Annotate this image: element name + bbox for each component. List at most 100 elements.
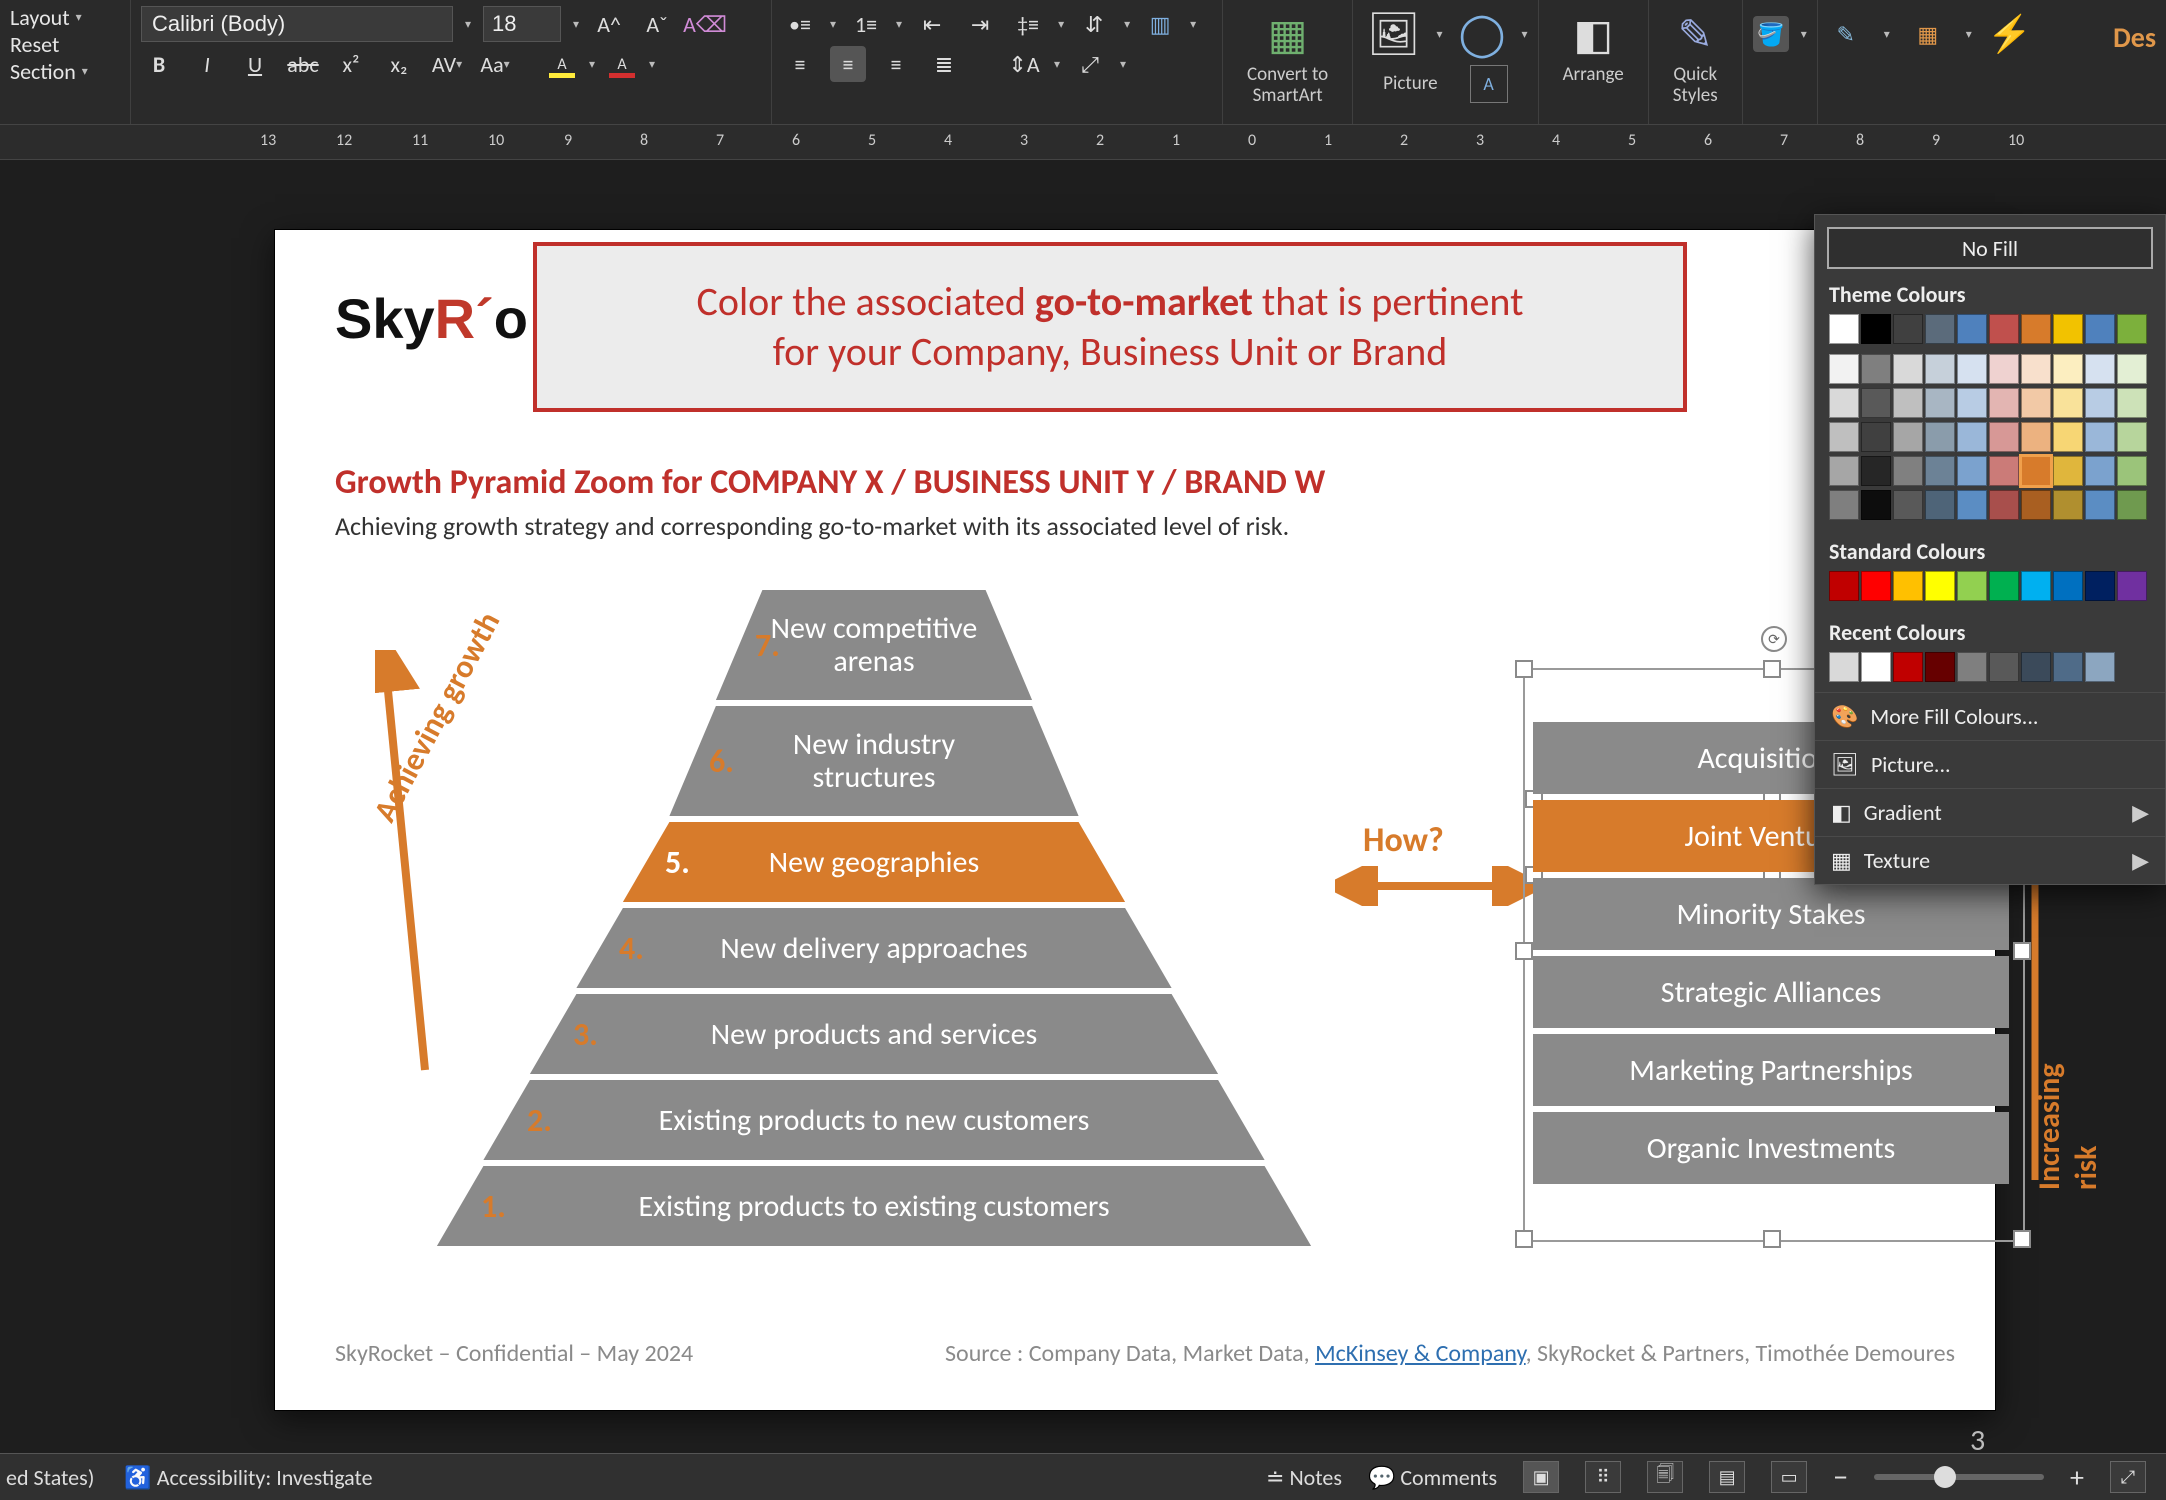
colour-swatch[interactable] [2021,422,2051,452]
shape-fill-button[interactable]: 🪣 [1753,16,1789,52]
colour-swatch[interactable] [1925,652,1955,682]
section-menu[interactable]: Section▾ [10,58,120,85]
colour-swatch[interactable] [1829,490,1859,520]
instruction-callout[interactable]: Color the associated go-to-market that i… [533,242,1687,412]
align-right-button[interactable]: ≡ [878,46,914,82]
bold-button[interactable]: B [141,46,177,82]
colour-swatch[interactable] [1861,422,1891,452]
justify-button[interactable]: ≣ [926,46,962,82]
colour-swatch[interactable] [2053,422,2083,452]
colour-swatch[interactable] [2053,652,2083,682]
colour-swatch[interactable] [1893,490,1923,520]
colour-swatch[interactable] [1989,652,2019,682]
pyramid-row-5[interactable]: 5.New geographies [409,822,1339,902]
textbox-button[interactable]: A [1470,65,1508,103]
zoom-out-button[interactable]: − [1833,1459,1848,1496]
clear-format-icon[interactable]: A⌫ [687,6,723,42]
shape-outline-button[interactable]: ✎ [1828,16,1864,52]
colour-swatch[interactable] [1925,422,1955,452]
colour-swatch[interactable] [1829,314,1859,344]
no-fill-button[interactable]: No Fill [1827,227,2153,269]
colour-swatch[interactable] [1989,571,2019,601]
colour-swatch[interactable] [1925,490,1955,520]
selection-handle[interactable] [1763,660,1781,678]
colour-swatch[interactable] [1989,490,2019,520]
colour-swatch[interactable] [1861,456,1891,486]
highlight-button[interactable]: A [547,55,577,74]
colour-swatch[interactable] [1829,388,1859,418]
align-center-button[interactable]: ≡ [830,46,866,82]
bullets-button[interactable]: •≡ [782,6,818,42]
colour-swatch[interactable] [2021,388,2051,418]
colour-swatch[interactable] [1989,354,2019,384]
selection-handle[interactable] [1515,942,1533,960]
colour-swatch[interactable] [1989,314,2019,344]
colour-swatch[interactable] [2085,422,2115,452]
char-spacing-button[interactable]: AV▾ [429,46,465,82]
rotate-handle[interactable]: ⟳ [1761,626,1787,652]
colour-swatch[interactable] [1861,571,1891,601]
shapes-button[interactable]: ◯ [1455,9,1510,60]
colour-swatch[interactable] [2021,652,2051,682]
reading-view-button[interactable]: 🗐 [1647,1461,1683,1493]
colour-swatch[interactable] [2021,314,2051,344]
colour-swatch[interactable] [2117,314,2147,344]
colour-swatch[interactable] [1861,354,1891,384]
layout-menu[interactable]: Layout▾ [10,4,120,31]
colour-swatch[interactable] [1925,456,1955,486]
selection-handle[interactable] [1763,1230,1781,1248]
colour-swatch[interactable] [1957,652,1987,682]
colour-swatch[interactable] [1925,354,1955,384]
colour-swatch[interactable] [1925,314,1955,344]
growth-pyramid[interactable]: 7.New competitive arenas 6.New industry … [409,590,1339,1220]
colour-swatch[interactable] [1893,456,1923,486]
pyramid-row-1[interactable]: 1.Existing products to existing customer… [409,1166,1339,1246]
text-direction-button[interactable]: ⇵ [1076,6,1112,42]
colour-swatch[interactable] [1957,456,1987,486]
reset-button[interactable]: Reset [10,31,120,58]
presenter-view-button[interactable]: ▭ [1771,1461,1807,1493]
comments-button[interactable]: 💬 Comments [1368,1464,1497,1491]
gtm-minority-stakes[interactable]: Minority Stakes [1533,878,2009,950]
colour-swatch[interactable] [2117,354,2147,384]
autofit-button[interactable]: ⤢ [1072,46,1108,82]
align-left-button[interactable]: ≡ [782,46,818,82]
colour-swatch[interactable] [2053,571,2083,601]
colour-swatch[interactable] [2053,490,2083,520]
numbering-button[interactable]: 1≡ [848,6,884,42]
picture-insert-button[interactable]: 🖼 [1363,9,1424,60]
colour-swatch[interactable] [1861,388,1891,418]
colour-swatch[interactable] [1861,314,1891,344]
convert-smartart-button[interactable]: ▦ Convert toSmartArt [1233,4,1342,113]
colour-swatch[interactable] [1957,571,1987,601]
colour-swatch[interactable] [2117,456,2147,486]
pyramid-row-7[interactable]: 7.New competitive arenas [409,590,1339,700]
slide[interactable]: SkyR´o Color the associated go-to-market… [275,230,1995,1410]
selection-handle[interactable] [1515,1230,1533,1248]
colour-swatch[interactable] [1893,314,1923,344]
colour-swatch[interactable] [1829,354,1859,384]
colour-swatch[interactable] [2117,490,2147,520]
colour-swatch[interactable] [2085,388,2115,418]
strike-button[interactable]: abc [285,46,321,82]
normal-view-button[interactable]: ▣ [1523,1461,1559,1493]
zoom-thumb[interactable] [1934,1466,1956,1488]
slideshow-button[interactable]: ▤ [1709,1461,1745,1493]
colour-swatch[interactable] [1957,354,1987,384]
colour-swatch[interactable] [2053,388,2083,418]
pyramid-row-6[interactable]: 6.New industry structures [409,706,1339,816]
selection-handle[interactable] [2013,1230,2031,1248]
indent-button[interactable]: ⇥ [962,6,998,42]
colour-swatch[interactable] [1861,652,1891,682]
colour-swatch[interactable] [2085,652,2115,682]
colour-swatch[interactable] [1957,388,1987,418]
colour-swatch[interactable] [1989,456,2019,486]
colour-swatch[interactable] [1893,652,1923,682]
colour-swatch[interactable] [2117,571,2147,601]
font-size-input[interactable] [483,6,561,42]
colour-swatch[interactable] [2053,314,2083,344]
shrink-font-icon[interactable]: Aˇ [639,6,675,42]
shape-effects-button[interactable]: ▦ [1910,16,1946,52]
vertical-align-button[interactable]: ⇕A [1006,46,1042,82]
colour-swatch[interactable] [1925,388,1955,418]
